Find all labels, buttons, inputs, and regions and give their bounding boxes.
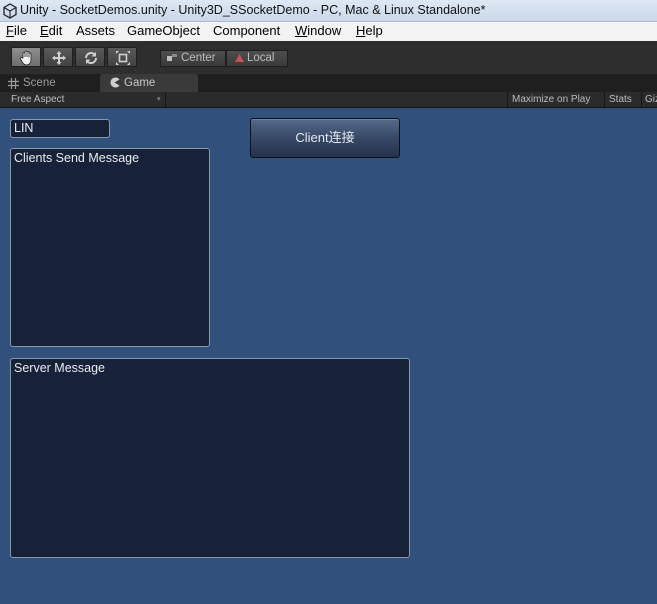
menu-edit[interactable]: Edit	[40, 23, 62, 38]
tab-game[interactable]: Game	[100, 74, 198, 92]
menu-help[interactable]: Help	[356, 23, 383, 38]
game-viewport: LIN Client连接 Clients Send Message Server…	[0, 108, 657, 604]
tab-scene[interactable]: Scene	[6, 74, 96, 92]
hand-tool-button[interactable]	[11, 47, 41, 67]
gizmos-toggle[interactable]: Gizmos	[641, 92, 657, 107]
pivot-center-toggle[interactable]: Center	[160, 50, 226, 67]
pivot-icon	[167, 54, 177, 61]
move-arrows-icon	[52, 51, 66, 65]
menu-file[interactable]: File	[6, 23, 27, 38]
grid-icon	[8, 78, 19, 89]
unity-logo-icon	[3, 3, 17, 19]
client-connect-button[interactable]: Client连接	[250, 118, 400, 158]
maximize-on-play-toggle[interactable]: Maximize on Play	[507, 92, 594, 107]
menu-window[interactable]: Window	[295, 23, 341, 38]
client-send-message-area[interactable]: Clients Send Message	[10, 148, 210, 347]
scale-tool-button[interactable]	[107, 47, 137, 67]
dropdown-arrow-icon: ▾	[157, 96, 161, 103]
view-tabs: Scene Game	[0, 74, 657, 92]
aspect-dropdown[interactable]: Free Aspect ▾	[0, 92, 166, 107]
name-text-field[interactable]: LIN	[10, 119, 110, 138]
space-label: Local	[247, 52, 275, 64]
rotate-tool-button[interactable]	[75, 47, 105, 67]
aspect-label: Free Aspect	[11, 94, 65, 105]
menu-bar: File Edit Assets GameObject Component Wi…	[0, 22, 657, 42]
tab-scene-label: Scene	[23, 77, 56, 89]
menu-assets[interactable]: Assets	[76, 23, 115, 38]
window-title-bar: Unity - SocketDemos.unity - Unity3D_SSoc…	[0, 0, 657, 22]
server-message-area[interactable]: Server Message	[10, 358, 410, 558]
game-view-toolbar: Free Aspect ▾ Maximize on Play Stats Giz…	[0, 92, 657, 108]
tab-game-label: Game	[124, 77, 156, 89]
menu-component[interactable]: Component	[213, 23, 280, 38]
local-space-icon	[235, 54, 244, 62]
pivot-local-toggle[interactable]: Local	[226, 50, 288, 67]
rotate-icon	[85, 52, 97, 64]
menu-gameobject[interactable]: GameObject	[127, 23, 200, 38]
window-title: Unity - SocketDemos.unity - Unity3D_SSoc…	[20, 3, 486, 17]
move-tool-button[interactable]	[43, 47, 73, 67]
scale-icon	[116, 51, 130, 65]
toolbar: Center Local	[0, 41, 657, 75]
pacman-icon	[110, 77, 120, 88]
stats-toggle[interactable]: Stats	[604, 92, 636, 107]
hand-icon	[19, 50, 32, 66]
pivot-label: Center	[181, 52, 216, 64]
